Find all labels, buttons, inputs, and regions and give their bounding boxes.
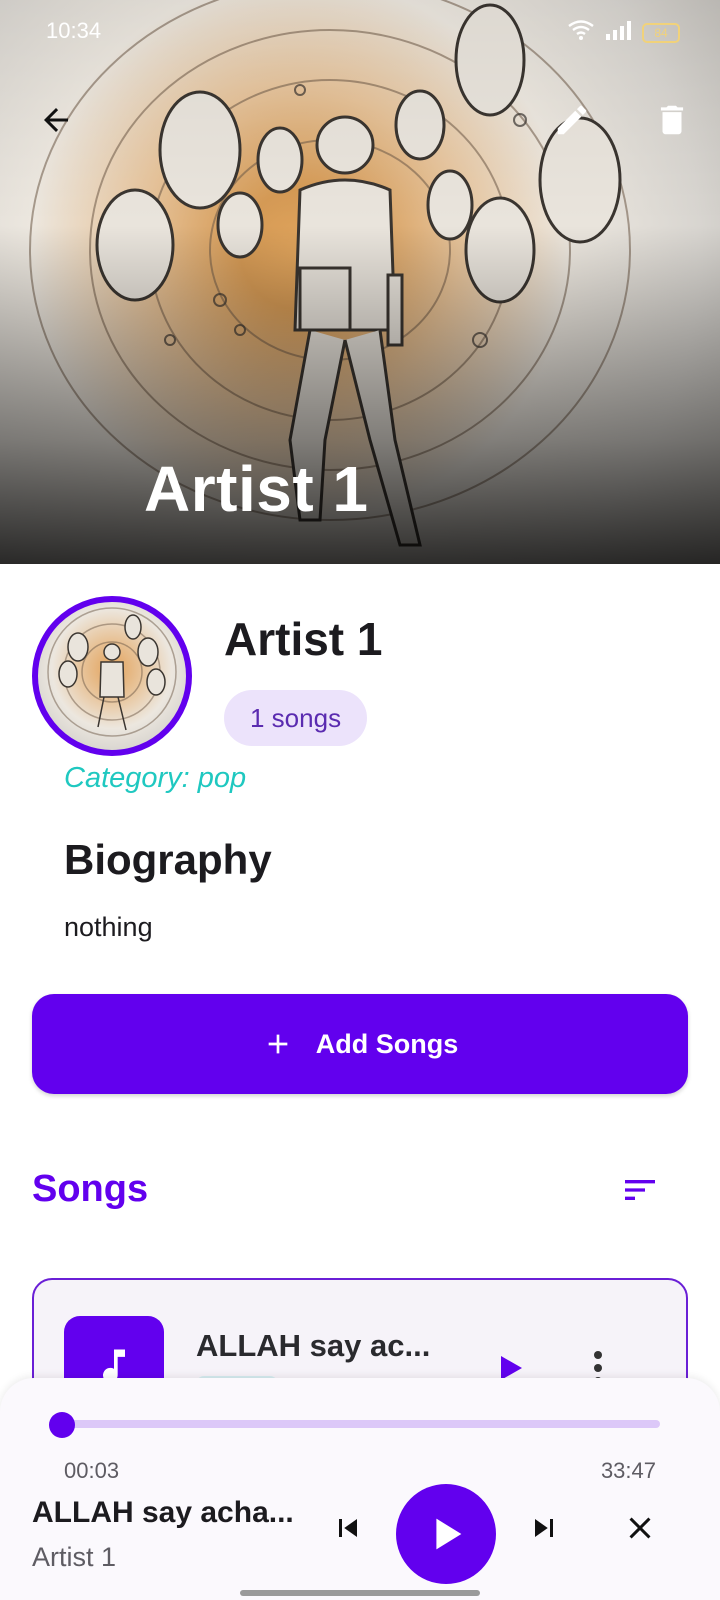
progress-bar[interactable] — [60, 1420, 660, 1428]
skip-previous-icon — [339, 1519, 357, 1537]
artist-category: Category: pop — [64, 762, 247, 794]
player-artist-name: Artist 1 — [32, 1542, 117, 1572]
mini-player: 00:03 33:47 ALLAH say acha... Artist 1 — [0, 1378, 720, 1600]
close-icon — [629, 1517, 651, 1539]
status-bar: 10:34 84 — [0, 0, 720, 64]
delete-icon — [660, 105, 684, 135]
back-arrow-icon — [44, 108, 68, 132]
play-pause-button[interactable] — [396, 1484, 496, 1584]
next-button[interactable] — [520, 1504, 568, 1552]
song-count-badge: 1 songs — [224, 690, 368, 746]
previous-button[interactable] — [324, 1504, 372, 1552]
biography-heading: Biography — [64, 836, 272, 883]
status-icons: 84 — [568, 20, 680, 45]
signal-icon — [604, 20, 632, 45]
play-icon — [436, 1518, 462, 1550]
sort-icon — [625, 1180, 655, 1200]
total-time: 33:47 — [600, 1458, 656, 1483]
edit-icon — [557, 105, 587, 135]
add-songs-label: Add Songs — [315, 1028, 459, 1059]
add-songs-button[interactable]: Add Songs — [32, 994, 688, 1094]
add-icon — [268, 1034, 288, 1054]
avatar-illustration — [47, 607, 177, 737]
current-time: 00:03 — [64, 1458, 120, 1483]
artist-hero-banner: 10:34 84 Artist 1 — [0, 0, 720, 564]
wifi-icon — [568, 20, 594, 45]
status-time: 10:34 — [46, 18, 102, 43]
skip-next-icon — [535, 1519, 553, 1537]
songs-section-title: Songs — [32, 1168, 149, 1210]
close-player-button[interactable] — [616, 1504, 664, 1552]
back-button[interactable] — [32, 96, 80, 144]
home-indicator — [240, 1590, 480, 1596]
sort-button[interactable] — [616, 1166, 664, 1214]
artist-avatar — [32, 596, 192, 756]
battery-icon: 84 — [642, 22, 680, 43]
edit-button[interactable] — [548, 96, 596, 144]
progress-knob[interactable] — [48, 1412, 75, 1438]
delete-button[interactable] — [648, 96, 696, 144]
hero-artist-title: Artist 1 — [144, 453, 369, 525]
player-song-title: ALLAH say acha... — [32, 1496, 294, 1529]
artist-name: Artist 1 — [224, 613, 383, 665]
song-title: ALLAH say ac... — [196, 1328, 431, 1363]
biography-text: nothing — [64, 912, 153, 942]
